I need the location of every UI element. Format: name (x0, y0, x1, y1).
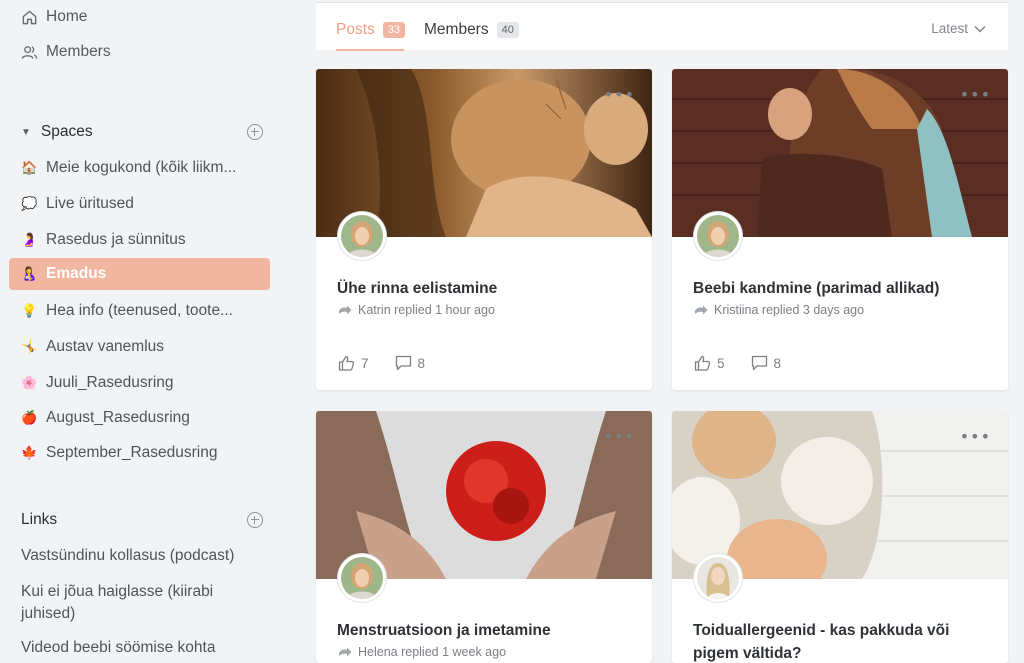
blossom-icon: 🌸 (21, 375, 38, 391)
caret-down-icon: ▼ (21, 126, 31, 138)
thought-bubble-icon: 💭 (21, 196, 38, 212)
post-meta: Katrin replied 1 hour ago (338, 303, 495, 317)
nav-members[interactable]: Members (21, 41, 111, 63)
space-item-live-uritused[interactable]: 💭 Live üritused (9, 188, 270, 220)
space-label: Austav vanemlus (46, 338, 165, 355)
space-label: Rasedus ja sünnitus (46, 231, 186, 248)
links-header: Links (21, 509, 263, 531)
house-icon: 🏠 (21, 160, 38, 176)
avatar-image (697, 215, 739, 257)
space-item-hea-info[interactable]: 💡 Hea info (teenused, toote... (9, 295, 270, 327)
space-label: Emadus (46, 265, 107, 282)
post-card[interactable]: ••• Ühe rinna eelistamine Katrin replied… (316, 69, 652, 390)
reply-arrow-icon (339, 647, 352, 656)
comment-count: 8 (417, 355, 426, 371)
like-count: 5 (717, 355, 725, 371)
members-icon (21, 45, 38, 59)
sort-dropdown[interactable]: Latest (931, 21, 986, 36)
like-button[interactable]: 5 (694, 355, 725, 371)
more-options-icon[interactable]: ••• (604, 429, 635, 445)
more-options-icon[interactable]: ••• (960, 87, 991, 103)
like-button[interactable]: 7 (338, 355, 369, 371)
thumbs-up-icon (694, 355, 711, 371)
reply-arrow-icon (339, 305, 352, 314)
link-item[interactable]: Videod beebi söömise kohta (21, 637, 261, 659)
home-icon (22, 10, 37, 24)
like-count: 7 (361, 355, 369, 371)
post-meta: Helena replied 1 week ago (338, 645, 506, 659)
tab-members[interactable]: Members 40 (424, 21, 519, 39)
space-label: Live üritused (46, 195, 134, 212)
post-card[interactable]: ••• Menstruatsioon ja imetamine Helena r… (316, 411, 652, 663)
add-link-icon[interactable] (247, 512, 263, 528)
sidebar: Home Members ▼ Spaces 🏠 Meie kogukond (k… (0, 0, 288, 663)
comment-icon (751, 355, 767, 371)
tab-posts[interactable]: Posts 33 (336, 21, 406, 39)
space-item-emadus[interactable]: 🤱 Emadus (9, 258, 270, 290)
post-title[interactable]: Ühe rinna eelistamine (337, 277, 637, 300)
space-label: August_Rasedusring (46, 409, 190, 426)
posts-count-badge: 33 (382, 22, 406, 38)
space-item-rasedus[interactable]: 🤰 Rasedus ja sünnitus (9, 224, 270, 256)
add-space-icon[interactable] (247, 124, 263, 140)
links-title: Links (21, 511, 58, 528)
post-stats: 5 8 (694, 355, 781, 371)
space-label: September_Rasedusring (46, 444, 218, 461)
apple-icon: 🍎 (21, 410, 38, 426)
avatar[interactable] (694, 212, 742, 260)
link-item[interactable]: Vastsündinu kollasus (podcast) (21, 545, 261, 567)
avatar-image (697, 557, 739, 599)
comment-icon (395, 355, 411, 371)
space-item-august[interactable]: 🍎 August_Rasedusring (9, 402, 270, 434)
comment-button[interactable]: 8 (751, 355, 782, 371)
chevron-down-icon (974, 25, 986, 33)
space-item-september[interactable]: 🍁 September_Rasedusring (9, 437, 270, 469)
space-label: Hea info (teenused, toote... (46, 302, 233, 319)
post-title[interactable]: Toiduallergeenid - kas pakkuda või pigem… (693, 619, 993, 663)
post-title[interactable]: Beebi kandmine (parimad allikad) (693, 277, 993, 300)
space-item-meie-kogukond[interactable]: 🏠 Meie kogukond (kõik liikm... (9, 152, 270, 184)
reply-arrow-icon (695, 305, 708, 314)
avatar[interactable] (694, 554, 742, 602)
tab-members-label: Members (424, 21, 489, 38)
spaces-header[interactable]: ▼ Spaces (21, 121, 263, 143)
maple-leaf-icon: 🍁 (21, 445, 38, 461)
comment-button[interactable]: 8 (395, 355, 426, 371)
active-tab-indicator (336, 49, 404, 51)
cartwheel-icon: 🤸 (21, 339, 38, 355)
sort-label: Latest (931, 21, 968, 36)
space-label: Juuli_Rasedusring (46, 374, 174, 391)
tab-posts-label: Posts (336, 21, 375, 38)
post-meta-text: Kristiina replied 3 days ago (714, 303, 865, 317)
comment-count: 8 (773, 355, 782, 371)
pregnant-icon: 🤰 (21, 232, 38, 248)
more-options-icon[interactable]: ••• (604, 87, 635, 103)
avatar-image (341, 215, 383, 257)
space-label: Meie kogukond (kõik liikm... (46, 159, 237, 176)
post-card[interactable]: ••• Beebi kandmine (parimad allikad) Kri… (672, 69, 1008, 390)
avatar-image (341, 557, 383, 599)
post-title[interactable]: Menstruatsioon ja imetamine (337, 619, 637, 642)
thumbs-up-icon (338, 355, 355, 371)
post-meta-text: Katrin replied 1 hour ago (358, 303, 495, 317)
tab-bar: Posts 33 Members 40 Latest (316, 2, 1008, 51)
avatar[interactable] (338, 554, 386, 602)
post-meta-text: Helena replied 1 week ago (358, 645, 507, 659)
post-meta: Kristiina replied 3 days ago (694, 303, 864, 317)
members-count-badge: 40 (496, 22, 519, 38)
link-item[interactable]: Kui ei jõua haiglasse (kiirabi juhised) (21, 581, 261, 625)
light-bulb-icon: 💡 (21, 303, 38, 319)
spaces-title: Spaces (40, 123, 93, 140)
more-options-icon[interactable]: ••• (960, 429, 991, 445)
nav-home-label: Home (46, 8, 88, 25)
nav-home[interactable]: Home (21, 6, 87, 28)
nav-members-label: Members (46, 43, 111, 60)
breastfeeding-icon: 🤱 (21, 266, 38, 282)
space-item-austav-vanemlus[interactable]: 🤸 Austav vanemlus (9, 331, 270, 363)
space-item-juuli[interactable]: 🌸 Juuli_Rasedusring (9, 367, 270, 399)
avatar[interactable] (338, 212, 386, 260)
post-stats: 7 8 (338, 355, 425, 371)
post-card[interactable]: ••• Toiduallergeenid - kas pakkuda või p… (672, 411, 1008, 663)
